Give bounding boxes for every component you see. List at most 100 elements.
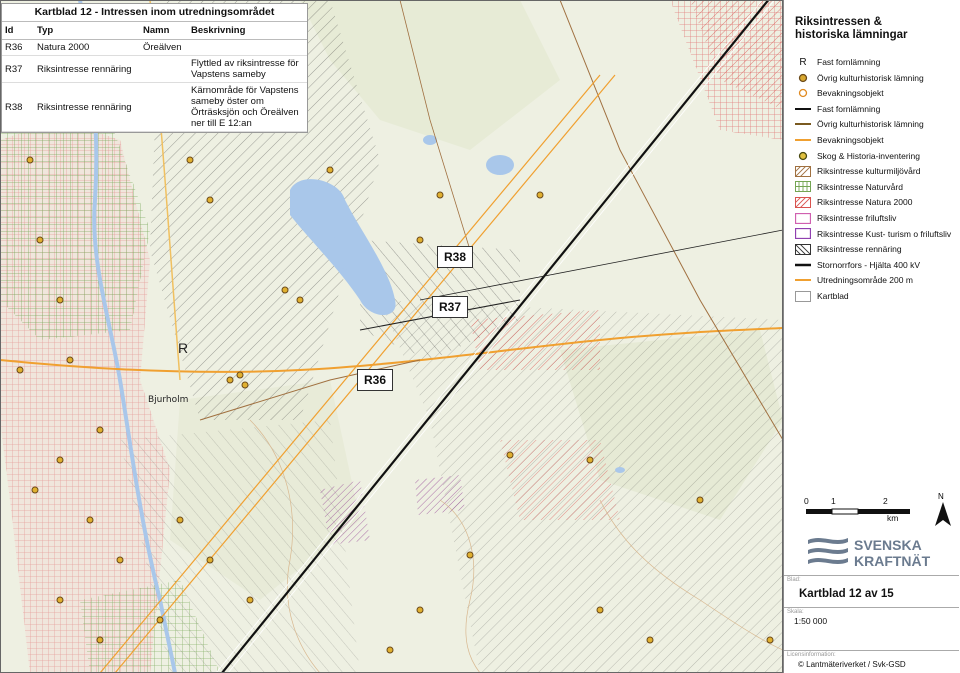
legend-item: Fast fornlämning <box>795 102 880 116</box>
legend-item: Stornorrfors - Hjälta 400 kV <box>795 258 920 272</box>
scale-tick-0: 0 <box>804 496 809 506</box>
blad-caption: Blad: <box>787 577 801 583</box>
hatch-black-icon <box>795 243 811 255</box>
label-r37[interactable]: R37 <box>432 296 469 318</box>
scale-tick-1: 1 <box>831 496 836 506</box>
cell-beskrivning: Flyttled av riksintresse för Vapstens sa… <box>188 55 307 83</box>
legend-title-line1: Riksintressen & <box>795 16 882 28</box>
table-header-row: Id Typ Namn Beskrivning <box>2 21 307 40</box>
interest-table: Kartblad 12 - Intressen inom utredningso… <box>1 3 308 133</box>
box-purple-icon <box>795 228 811 240</box>
table-row: R37 Riksintresse rennäring Flyttled av r… <box>2 55 307 83</box>
legend-title: Riksintressen & historiska lämningar <box>795 16 907 42</box>
legend-item-label: Skog & Historia-inventering <box>817 150 920 161</box>
legend-item: Riksintresse Naturvård <box>795 180 903 194</box>
legend-item-label: Riksintresse Kust- turism o friluftsliv <box>817 228 952 239</box>
fornlamning-r: R <box>178 340 189 356</box>
logo-line2: KRAFTNÄT <box>854 553 931 569</box>
header-id: Id <box>2 21 34 40</box>
table-row: R36 Natura 2000 Öreälven <box>2 39 307 56</box>
legend-item: Riksintresse Kust- turism o friluftsliv <box>795 227 951 241</box>
legend-item: R Fast fornlämning <box>795 55 880 69</box>
legend-item-label: Kartblad <box>817 291 849 301</box>
logo-graphic: SVENSKA KRAFTNÄT <box>808 537 931 569</box>
legend-item: Riksintresse rennäring <box>795 242 902 256</box>
cell-namn <box>140 55 188 83</box>
cell-id: R38 <box>2 82 34 132</box>
box-grey-icon <box>795 290 811 302</box>
north-arrow-icon <box>935 502 951 526</box>
table-title: Kartblad 12 - Intressen inom utredningso… <box>34 6 275 18</box>
legend-item-label: Riksintresse kulturmiljövård <box>817 166 921 177</box>
header-typ: Typ <box>34 21 140 40</box>
letter-R-icon: R <box>799 56 807 68</box>
scale-bar <box>806 505 916 524</box>
cell-typ: Riksintresse rennäring <box>34 82 140 132</box>
cell-namn <box>140 82 188 132</box>
cell-id: R37 <box>2 55 34 83</box>
legend-item-label: Fast fornlämning <box>817 57 881 67</box>
label-r38[interactable]: R38 <box>437 246 474 268</box>
legend-item: Övrig kulturhistorisk lämning <box>795 117 924 131</box>
logo-line1: SVENSKA <box>854 537 922 553</box>
divider <box>784 607 959 608</box>
legend-item: Övrig kulturhistorisk lämning <box>795 71 924 85</box>
legend-item-label: Riksintresse rennäring <box>817 244 902 255</box>
skala-value: 1:50 000 <box>794 616 828 626</box>
box-pink-icon <box>795 212 811 224</box>
circle-olive-icon <box>795 150 811 162</box>
legend-item-label: Riksintresse Naturvård <box>817 181 903 192</box>
line-brown-icon <box>795 118 811 130</box>
table-row: R38 Riksintresse rennäring Kärnområde fö… <box>2 82 307 132</box>
line-corridor-icon <box>795 274 811 286</box>
legend-item: Kartblad <box>795 289 849 303</box>
blad-value: Kartblad 12 av 15 <box>799 588 894 600</box>
scale-bar-graphic <box>806 508 910 515</box>
legend-item: Riksintresse friluftsliv <box>795 211 896 225</box>
legend-item-label: Riksintresse friluftsliv <box>817 213 897 223</box>
legend-item-label: Stornorrfors - Hjälta 400 kV <box>817 259 920 270</box>
header-namn: Namn <box>140 21 188 40</box>
cell-typ: Natura 2000 <box>34 39 140 56</box>
line-black-icon <box>795 103 811 115</box>
line-orange-icon <box>795 134 811 146</box>
divider <box>784 650 959 651</box>
skala-caption: Skala: <box>787 609 804 615</box>
hatch-red-icon <box>795 196 811 208</box>
interest-grid: Id Typ Namn Beskrivning R36 Natura 2000 … <box>2 21 307 132</box>
svenska-kraftnat-logo: SVENSKA KRAFTNÄT <box>808 534 958 575</box>
legend-item-label: Bevakningsobjekt <box>817 88 884 99</box>
legend-title-line2: historiska lämningar <box>795 29 908 41</box>
circle-orange-icon <box>795 87 811 99</box>
licens-caption: Licensinformation: <box>787 652 836 658</box>
divider <box>784 575 959 576</box>
legend-item-label: Övrig kulturhistorisk lämning <box>817 119 924 130</box>
header-beskrivning: Beskrivning <box>188 21 307 40</box>
north-label: N <box>938 492 944 501</box>
place-bjurholm: Bjurholm <box>148 395 189 405</box>
scale-tick-2: 2 <box>883 496 888 506</box>
legend-item: Riksintresse Natura 2000 <box>795 195 912 209</box>
cell-namn: Öreälven <box>140 39 188 56</box>
cell-beskrivning: Kärnområde för Vapstens sameby öster om … <box>188 82 307 132</box>
cell-id: R36 <box>2 39 34 56</box>
circle-brown-icon <box>795 72 811 84</box>
legend-item-label: Övrig kulturhistorisk lämning <box>817 72 924 83</box>
legend-item-label: Riksintresse Natura 2000 <box>817 197 913 208</box>
legend-item: Utredningsområde 200 m <box>795 273 913 287</box>
scale-unit: km <box>887 513 899 523</box>
legend-item: Bevakningsobjekt <box>795 86 884 100</box>
cell-beskrivning <box>188 39 307 56</box>
cell-typ: Riksintresse rennäring <box>34 55 140 83</box>
label-r36[interactable]: R36 <box>357 369 394 391</box>
line-powerline-icon <box>795 259 811 271</box>
legend-item-label: Utredningsområde 200 m <box>817 275 913 286</box>
legend-item: Bevakningsobjekt <box>795 133 884 147</box>
grid-green-icon <box>795 181 811 193</box>
licens-value: © Lantmäteriverket / Svk-GSD <box>798 660 906 669</box>
legend-item: Skog & Historia-inventering <box>795 149 920 163</box>
legend-item-label: Fast fornlämning <box>817 103 881 114</box>
legend-item-label: Bevakningsobjekt <box>817 135 884 145</box>
hatch-brown-icon <box>795 165 811 177</box>
legend-item: Riksintresse kulturmiljövård <box>795 164 920 178</box>
